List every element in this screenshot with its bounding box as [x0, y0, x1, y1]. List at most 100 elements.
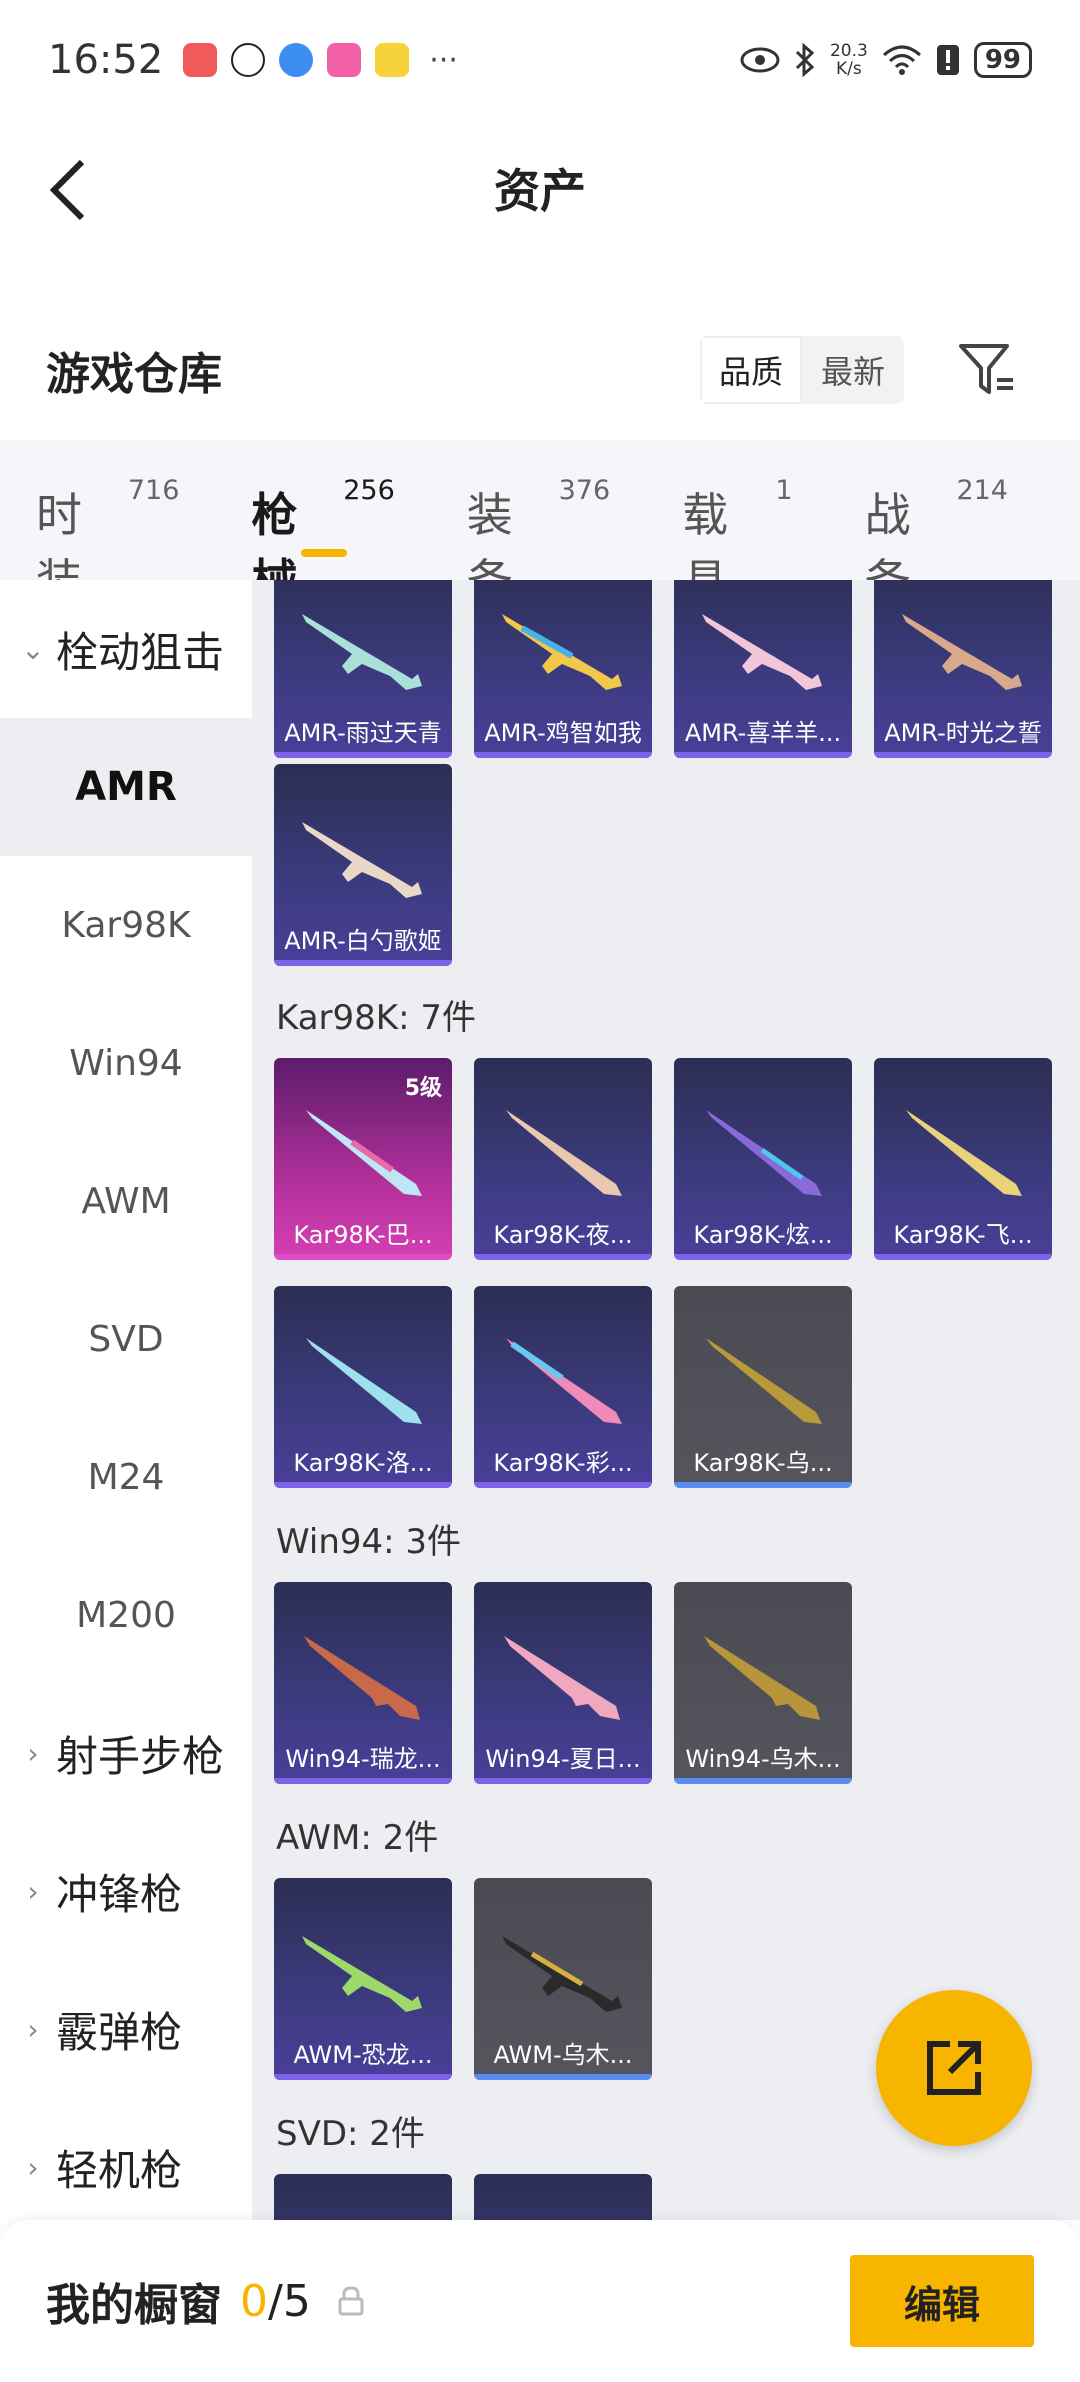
- sidebar-item-svd[interactable]: SVD: [0, 1270, 252, 1408]
- item-name: Kar98K-乌...: [693, 1448, 833, 1477]
- weapon-sidebar: ⌄ 栓动狙击 AMR Kar98K Win94 AWM SVD M24 M200…: [0, 580, 252, 2220]
- bolt-rifle-icon: [906, 1110, 1022, 1196]
- showcase-total: /5: [268, 2275, 311, 2327]
- active-tab-indicator: [301, 549, 348, 557]
- sidebar-group-shotgun[interactable]: › 霰弹枪: [0, 1960, 252, 2098]
- item-name: AWM-恐龙...: [293, 2040, 433, 2069]
- sniper-rifle-icon: [902, 614, 1022, 690]
- notification-icons: ···: [183, 43, 458, 78]
- item-card[interactable]: [474, 2174, 652, 2220]
- item-card[interactable]: [274, 2174, 452, 2220]
- bolt-rifle-icon: [306, 1338, 422, 1424]
- rarity-bar: [474, 1778, 652, 1784]
- alert-icon: [936, 45, 959, 75]
- tab-count: 716: [127, 475, 180, 506]
- item-name: Win94-夏日...: [485, 1744, 641, 1773]
- item-name: AMR-时光之誓: [884, 718, 1042, 747]
- video-app-icon: [327, 43, 362, 77]
- sidebar-item-m200[interactable]: M200: [0, 1546, 252, 1684]
- sidebar-item-amr[interactable]: AMR: [0, 718, 252, 856]
- section-title-win94: Win94: 3件: [276, 1522, 462, 1562]
- sidebar-group-marksman-rifle[interactable]: › 射手步枪: [0, 1684, 252, 1822]
- sniper-rifle-icon: [502, 1936, 622, 2012]
- item-card[interactable]: AWM-恐龙...: [274, 1878, 452, 2080]
- item-card[interactable]: Kar98K-夜...: [474, 1058, 652, 1260]
- item-name: Win94-乌木...: [685, 1744, 841, 1773]
- tab-guns[interactable]: 枪械 256: [251, 465, 395, 608]
- item-card[interactable]: Kar98K-彩...: [474, 1286, 652, 1488]
- game-app-icon: [375, 43, 410, 77]
- item-card[interactable]: Kar98K-飞...: [874, 1058, 1052, 1260]
- rarity-bar: [274, 960, 452, 966]
- filter-button[interactable]: [952, 335, 1022, 405]
- sidebar-group-label: 霰弹枪: [56, 2007, 183, 2057]
- item-card[interactable]: AMR-雨过天青: [274, 580, 452, 758]
- item-card[interactable]: AMR-鸡智如我: [474, 580, 652, 758]
- item-card[interactable]: Kar98K-洛...: [274, 1286, 452, 1488]
- sniper-rifle-icon: [302, 1936, 422, 2012]
- item-card[interactable]: AMR-白勺歌姬: [274, 764, 452, 966]
- item-name: Win94-瑞龙...: [285, 1744, 441, 1773]
- tab-count: 376: [558, 475, 611, 506]
- rarity-bar: [474, 1254, 652, 1260]
- rarity-bar: [274, 1482, 452, 1488]
- rarity-bar: [874, 1254, 1052, 1260]
- share-button[interactable]: [876, 1990, 1032, 2146]
- item-card[interactable]: Win94-夏日...: [474, 1582, 652, 1784]
- sniper-rifle-icon: [702, 614, 822, 690]
- category-tabs: 时装 716 枪械 256 装备 376 载具 1 战备 214: [0, 440, 1080, 608]
- chevron-right-icon: ›: [27, 1874, 39, 1908]
- tab-equipment[interactable]: 装备 376: [467, 465, 611, 608]
- sort-option-latest[interactable]: 最新: [802, 336, 904, 404]
- rarity-bar: [474, 1482, 652, 1488]
- rarity-bar: [474, 2074, 652, 2080]
- sidebar-item-awm[interactable]: AWM: [0, 1132, 252, 1270]
- battery-indicator: 99: [973, 42, 1032, 78]
- rarity-bar: [674, 752, 852, 758]
- item-name: AMR-喜羊羊...: [684, 718, 842, 747]
- tab-fashion[interactable]: 时装 716: [36, 465, 180, 608]
- back-button[interactable]: [36, 150, 100, 230]
- warehouse-row: 游戏仓库 品质 最新: [0, 320, 1080, 420]
- sidebar-item-kar98k[interactable]: Kar98K: [0, 856, 252, 994]
- sidebar-group-label: 栓动狙击: [56, 627, 225, 677]
- sidebar-group-lmg[interactable]: › 轻机枪: [0, 2098, 252, 2220]
- item-card[interactable]: Win94-乌木...: [674, 1582, 852, 1784]
- item-name: Kar98K-洛...: [293, 1448, 433, 1477]
- item-card[interactable]: AMR-时光之誓: [874, 580, 1052, 758]
- item-card[interactable]: Win94-瑞龙...: [274, 1582, 452, 1784]
- item-card[interactable]: 5级 Kar98K-巴...: [274, 1058, 452, 1260]
- chevron-right-icon: ›: [27, 2150, 39, 2184]
- item-card[interactable]: AWM-乌木...: [474, 1878, 652, 2080]
- item-name: Kar98K-巴...: [293, 1220, 433, 1249]
- sidebar-group-bolt-action-sniper[interactable]: ⌄ 栓动狙击: [0, 580, 252, 718]
- lever-rifle-icon: [304, 1636, 420, 1720]
- section-title-kar98k: Kar98K: 7件: [276, 998, 476, 1038]
- item-card[interactable]: Kar98K-乌...: [674, 1286, 852, 1488]
- browser-app-icon: [279, 43, 314, 77]
- rarity-bar: [274, 752, 452, 758]
- warehouse-title: 游戏仓库: [46, 349, 222, 400]
- tab-combat-supplies[interactable]: 战备 214: [865, 465, 1008, 608]
- item-name: AMR-白勺歌姬: [284, 926, 442, 955]
- bolt-rifle-icon: [306, 1110, 422, 1196]
- net-speed-value: 20.3: [829, 41, 868, 61]
- bolt-rifle-icon: [506, 1338, 622, 1424]
- sidebar-item-win94[interactable]: Win94: [0, 994, 252, 1132]
- item-name: Kar98K-飞...: [893, 1220, 1033, 1249]
- section-title-svd: SVD: 2件: [276, 2114, 425, 2154]
- rarity-bar: [474, 752, 652, 758]
- tab-vehicles[interactable]: 载具 1: [682, 465, 792, 608]
- item-card[interactable]: Kar98K-炫...: [674, 1058, 852, 1260]
- sidebar-group-smg[interactable]: › 冲锋枪: [0, 1822, 252, 1960]
- section-title-awm: AWM: 2件: [276, 1818, 439, 1858]
- tab-count: 256: [343, 475, 395, 506]
- edit-button[interactable]: 编辑: [850, 2255, 1034, 2347]
- sidebar-item-m24[interactable]: M24: [0, 1408, 252, 1546]
- item-name: AMR-雨过天青: [284, 718, 442, 747]
- item-name: AWM-乌木...: [493, 2040, 633, 2069]
- page-title: 资产: [494, 163, 586, 218]
- item-card[interactable]: AMR-喜羊羊...: [674, 580, 852, 758]
- status-time: 16:52: [48, 37, 164, 83]
- sort-option-quality[interactable]: 品质: [700, 336, 802, 404]
